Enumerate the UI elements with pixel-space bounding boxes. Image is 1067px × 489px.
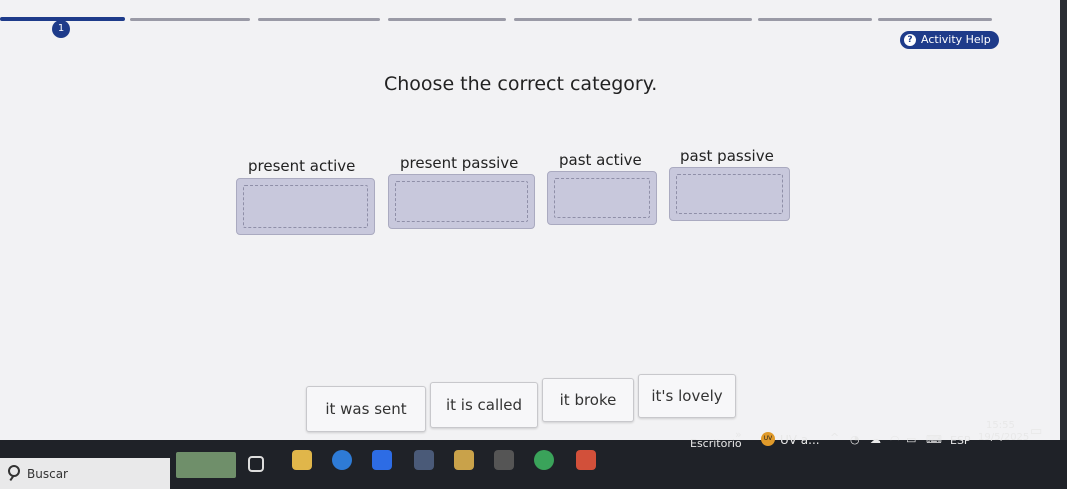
taskbar-search-label: Buscar xyxy=(27,467,68,481)
activity-help-label: Activity Help xyxy=(921,33,991,46)
taskbar-search[interactable]: Buscar xyxy=(0,458,170,489)
drop-zone-past-passive[interactable] xyxy=(669,167,790,221)
progress-segment xyxy=(878,18,992,21)
language-indicator[interactable]: ESP xyxy=(950,434,971,447)
drop-zone-past-active[interactable] xyxy=(547,171,657,225)
drop-zone-present-passive[interactable] xyxy=(388,174,535,229)
activity-screen: 1 ? Activity Help Choose the correct cat… xyxy=(0,0,1060,440)
progress-segment xyxy=(258,18,380,21)
drop-zone-present-active[interactable] xyxy=(236,178,375,235)
notification-icon[interactable]: ▭ xyxy=(1030,424,1042,439)
clock-time[interactable]: 15:55 xyxy=(986,420,1015,431)
category-label-present-passive: present passive xyxy=(400,154,519,172)
category-label-past-passive: past passive xyxy=(680,147,774,165)
edge-icon[interactable] xyxy=(332,450,352,470)
page-title: Choose the correct category. xyxy=(384,73,658,95)
chrome-icon[interactable] xyxy=(534,450,554,470)
current-step-marker: 1 xyxy=(52,20,70,38)
activity-help-button[interactable]: ? Activity Help xyxy=(900,31,999,49)
overflow-chevron-icon[interactable]: » xyxy=(735,428,742,441)
progress-segment xyxy=(514,18,632,21)
uv-app-label[interactable]: UV a... xyxy=(780,433,820,447)
zoom-icon[interactable] xyxy=(372,450,392,470)
wifi-icon[interactable]: ◠ xyxy=(890,433,900,446)
clock-date[interactable]: 19/5/2025 xyxy=(978,432,1029,443)
cloud-icon[interactable]: ☁ xyxy=(870,433,881,446)
progress-segment xyxy=(758,18,872,21)
question-circle-icon: ? xyxy=(904,34,916,46)
task-view-icon[interactable] xyxy=(248,456,264,472)
answer-chip[interactable]: it is called xyxy=(430,382,538,428)
keyboard-icon[interactable]: ⌨ xyxy=(926,433,942,446)
progress-segment xyxy=(638,18,752,21)
network-icon[interactable]: ◔ xyxy=(850,433,860,446)
category-label-past-active: past active xyxy=(559,151,642,169)
chevron-up-icon[interactable]: ^ xyxy=(830,431,839,444)
progress-segment xyxy=(388,18,506,21)
apps-icon[interactable] xyxy=(494,450,514,470)
progress-bar: 1 xyxy=(0,0,1000,38)
answer-chip[interactable]: it broke xyxy=(542,378,634,422)
answer-chip[interactable]: it was sent xyxy=(306,386,426,432)
search-icon xyxy=(8,465,20,477)
files-icon[interactable] xyxy=(292,450,312,470)
widgets-icon[interactable] xyxy=(176,452,236,478)
answer-chip[interactable]: it's lovely xyxy=(638,374,736,418)
battery-icon[interactable]: ▭ xyxy=(906,433,916,446)
uv-app-icon[interactable]: UV xyxy=(761,432,775,446)
progress-segment xyxy=(130,18,250,21)
powerpoint-icon[interactable] xyxy=(576,450,596,470)
desktop-label[interactable]: Escritorio xyxy=(690,437,742,450)
taskbar: Buscar Escritorio » UV UV a... ^ ◔ ☁ ◠ ▭… xyxy=(0,420,1067,489)
calculator-icon[interactable] xyxy=(414,450,434,470)
photos-icon[interactable] xyxy=(454,450,474,470)
category-label-present-active: present active xyxy=(248,157,356,175)
